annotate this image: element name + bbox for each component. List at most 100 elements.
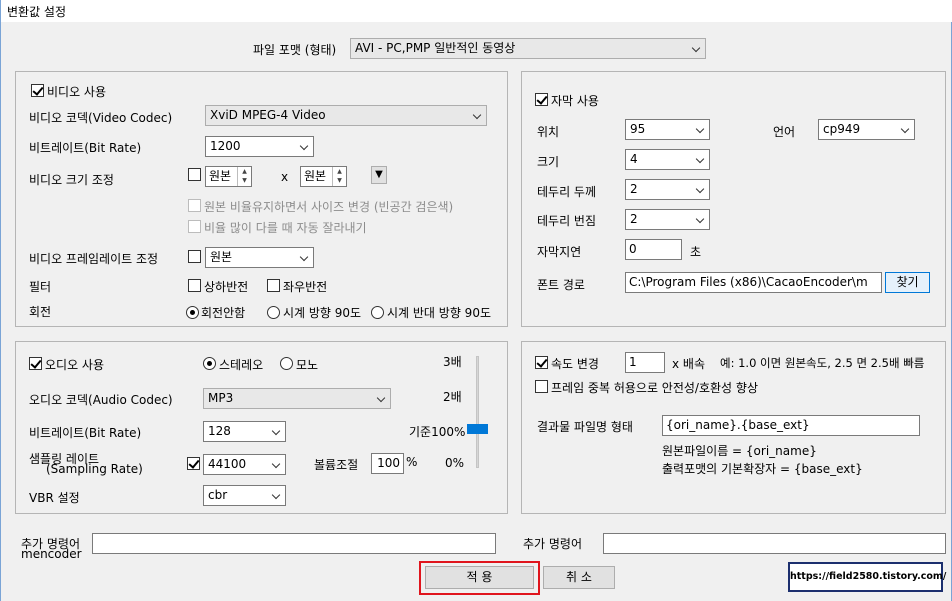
flip-vertical-checkbox[interactable] xyxy=(188,279,201,292)
samplerate-value: 44100 xyxy=(208,457,247,471)
mono-radio[interactable] xyxy=(280,357,293,370)
gain-0-label: 0% xyxy=(445,456,465,470)
gain-slider-thumb[interactable] xyxy=(467,424,488,434)
find-font-label: 찾기 xyxy=(896,275,919,289)
spinner-buttons[interactable]: ▲ ▼ xyxy=(237,167,251,186)
down-arrow-icon: ▼ xyxy=(242,177,247,184)
audio-bitrate-combo[interactable]: 128 xyxy=(203,421,286,442)
chevron-down-icon xyxy=(271,426,281,436)
format-label: 파일 포맷 (형태) xyxy=(253,43,337,57)
chevron-down-icon xyxy=(691,43,701,53)
gain-base-label: 기준100% xyxy=(409,425,466,439)
video-bitrate-label: 비트레이트(Bit Rate) xyxy=(29,141,142,155)
sub-position-combo[interactable]: 95 xyxy=(625,119,710,140)
keep-ratio-label: 원본 비율유지하면서 사이즈 변경 (빈공간 검은색) xyxy=(204,200,454,214)
video-height-value: 원본 xyxy=(304,169,327,183)
keep-ratio-checkbox[interactable] xyxy=(188,199,201,212)
sub-position-value: 95 xyxy=(630,122,646,136)
video-use-checkbox[interactable] xyxy=(31,84,44,97)
chevron-down-icon xyxy=(900,124,910,134)
video-codec-dropdown[interactable]: XviD MPEG-4 Video xyxy=(205,105,487,126)
output-name-input[interactable]: {ori_name}.{base_ext} xyxy=(662,415,920,436)
vbr-combo[interactable]: cbr xyxy=(203,485,286,506)
spinner-buttons[interactable]: ▲ ▼ xyxy=(332,167,346,186)
sub-size-combo[interactable]: 4 xyxy=(625,149,710,170)
chevron-down-icon xyxy=(695,214,705,224)
volume-value: 100 xyxy=(377,456,400,470)
title-bar: 변환값 설정 xyxy=(1,0,952,22)
extra-mencoder-input[interactable] xyxy=(92,533,496,554)
gain-3x-label: 3배 xyxy=(443,355,462,369)
find-font-button[interactable]: 찾기 xyxy=(885,272,930,293)
watermark-text: https://field2580.tistory.com/ xyxy=(790,571,947,582)
volume-label: 볼륨조절 xyxy=(314,458,359,472)
subtitle-use-checkbox[interactable] xyxy=(535,93,548,106)
sub-position-label: 위치 xyxy=(537,125,560,139)
speed-change-checkbox[interactable] xyxy=(535,356,548,369)
rotate-ccw-radio[interactable] xyxy=(371,306,384,319)
video-codec-label: 비디오 코덱(Video Codec) xyxy=(29,111,173,125)
speed-times-label: x 배속 xyxy=(672,357,705,371)
speed-input[interactable]: 1 xyxy=(625,352,665,373)
video-bitrate-combo[interactable]: 1200 xyxy=(205,136,314,157)
sub-lang-combo[interactable]: cp949 xyxy=(818,119,915,140)
vbr-label: VBR 설정 xyxy=(29,491,80,505)
font-path-input[interactable]: C:\Program Files (x86)\CacaoEncoder\m xyxy=(625,272,882,293)
rotate-label: 회전 xyxy=(29,305,52,319)
cancel-button[interactable]: 취 소 xyxy=(543,566,615,589)
output-note-1: 원본파일이름 = {ori_name} xyxy=(662,444,817,458)
speed-example: 예: 1.0 이면 원본속도, 2.5 면 2.5배 빠름 xyxy=(720,356,925,370)
flip-horizontal-label: 좌우반전 xyxy=(283,280,328,294)
apply-button[interactable]: 적 용 xyxy=(425,566,534,589)
vbr-value: cbr xyxy=(208,488,228,502)
audio-use-checkbox[interactable] xyxy=(29,357,42,370)
video-width-spinner[interactable]: 원본 ▲ ▼ xyxy=(205,166,252,187)
size-preset-button[interactable]: ▼ xyxy=(371,166,387,184)
rotate-ccw-label: 시계 반대 방향 90도 xyxy=(387,306,491,320)
dup-frame-label: 프레임 중복 허용으로 안전성/호환성 향상 xyxy=(551,381,758,395)
sub-lang-label: 언어 xyxy=(773,125,796,139)
watermark-badge: https://field2580.tistory.com/ xyxy=(788,562,947,592)
video-size-checkbox[interactable] xyxy=(188,168,201,181)
extra-right-input[interactable] xyxy=(603,533,946,554)
audio-codec-dropdown[interactable]: MP3 xyxy=(203,388,391,409)
speed-value: 1 xyxy=(629,355,637,369)
subtitle-use-label: 자막 사용 xyxy=(551,94,599,108)
dup-frame-checkbox[interactable] xyxy=(535,380,548,393)
rotate-none-radio[interactable] xyxy=(186,306,199,319)
mono-label: 모노 xyxy=(296,358,319,372)
filter-label: 필터 xyxy=(29,280,52,294)
format-dropdown[interactable]: AVI - PC,PMP 일반적인 동영상 xyxy=(350,38,706,59)
settings-window: 변환값 설정 파일 포맷 (형태) AVI - PC,PMP 일반적인 동영상 … xyxy=(0,0,952,601)
audio-use-label: 오디오 사용 xyxy=(45,358,105,372)
up-arrow-icon: ▲ xyxy=(337,168,342,175)
auto-crop-checkbox[interactable] xyxy=(188,220,201,233)
sub-border-value: 2 xyxy=(630,182,638,196)
volume-unit: % xyxy=(406,455,418,469)
stereo-radio[interactable] xyxy=(203,357,216,370)
framerate-dropdown[interactable]: 원본 xyxy=(205,247,314,268)
sub-border-combo[interactable]: 2 xyxy=(625,179,710,200)
samplerate-checkbox[interactable] xyxy=(187,457,200,470)
video-bitrate-value: 1200 xyxy=(210,139,241,153)
video-height-spinner[interactable]: 원본 ▲ ▼ xyxy=(300,166,347,187)
flip-horizontal-checkbox[interactable] xyxy=(267,279,280,292)
sub-blur-label: 테두리 번짐 xyxy=(537,214,597,228)
sub-blur-combo[interactable]: 2 xyxy=(625,209,710,230)
down-arrow-icon: ▼ xyxy=(337,177,342,184)
chevron-down-icon xyxy=(299,141,309,151)
volume-input[interactable]: 100 xyxy=(371,453,404,474)
samplerate-combo[interactable]: 44100 xyxy=(203,454,286,475)
framerate-checkbox[interactable] xyxy=(188,250,201,263)
times-sign: x xyxy=(281,170,289,184)
rotate-cw-radio[interactable] xyxy=(267,306,280,319)
gain-slider-track[interactable] xyxy=(476,356,479,468)
audio-bitrate-label: 비트레이트(Bit Rate) xyxy=(29,426,142,440)
sub-delay-input[interactable]: 0 xyxy=(625,239,682,260)
chevron-down-icon xyxy=(695,154,705,164)
extra-left-sublabel: mencoder xyxy=(21,547,82,561)
output-name-value: {ori_name}.{base_ext} xyxy=(666,418,810,432)
framerate-label: 비디오 프레임레이트 조정 xyxy=(29,252,159,266)
chevron-down-icon xyxy=(695,184,705,194)
window-title: 변환값 설정 xyxy=(7,5,67,19)
